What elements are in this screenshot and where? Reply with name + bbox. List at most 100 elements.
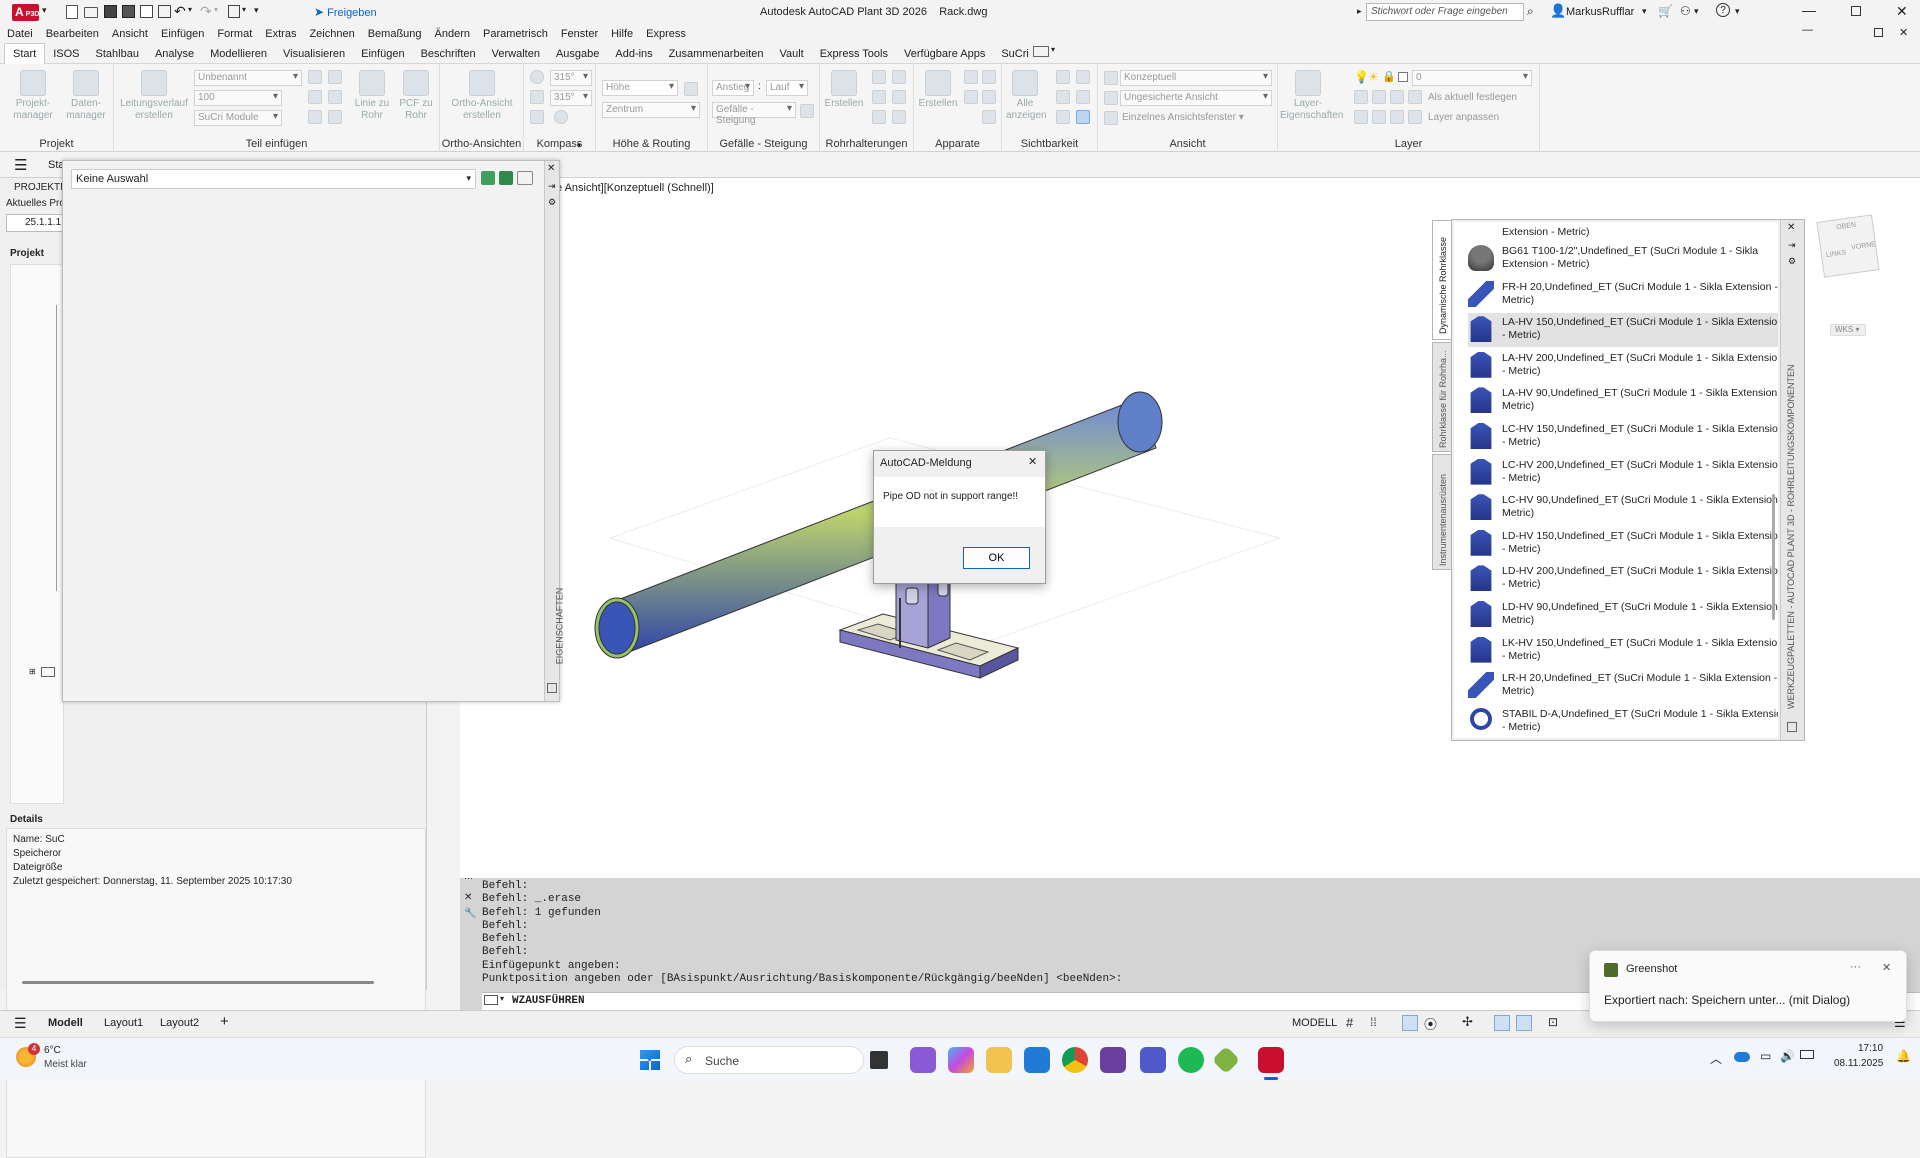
support-tool-icon-5[interactable]: [872, 110, 886, 124]
insert-tool-icon-5[interactable]: [328, 90, 342, 104]
undo-icon[interactable]: ↶: [174, 3, 186, 20]
insert-tool-icon-1[interactable]: [308, 70, 322, 84]
palette-tab-supports[interactable]: Rohrklasse für Rohrha...: [1432, 342, 1452, 452]
model-space-button[interactable]: MODELL: [1292, 1017, 1337, 1029]
compass-icon-3[interactable]: [530, 110, 544, 124]
layer-lock-icon[interactable]: 🔒: [1382, 70, 1396, 83]
menu-datei[interactable]: Datei: [0, 25, 39, 40]
visual-style-combo[interactable]: Konzeptuell: [1120, 70, 1272, 86]
palette-scrollbar[interactable]: [1772, 494, 1775, 620]
menu-format[interactable]: Format: [210, 25, 258, 40]
layer-tool-icon-1[interactable]: [1354, 90, 1368, 104]
palette-item[interactable]: LK-HV 150,Undefined_ET (SuCri Module 1 -…: [1468, 634, 1778, 668]
insert-tool-icon-2[interactable]: [308, 90, 322, 104]
plot-icon[interactable]: [140, 5, 153, 18]
anstieg-input[interactable]: Anstieg: [712, 80, 754, 96]
routing-combo[interactable]: Zentrum: [602, 102, 700, 118]
properties-close-icon[interactable]: ✕: [547, 163, 555, 174]
minimize-icon[interactable]: —: [1802, 2, 1816, 18]
help-icon[interactable]: ?: [1716, 3, 1730, 17]
taskbar-search[interactable]: ⌕ Suche: [674, 1046, 864, 1074]
help-search-box[interactable]: Stichwort oder Frage eingeben: [1366, 3, 1524, 21]
select-objects-icon[interactable]: [499, 171, 513, 185]
copilot-icon[interactable]: [948, 1047, 974, 1073]
restore-icon[interactable]: [1851, 6, 1861, 16]
palette-item[interactable]: LD-HV 200,Undefined_ET (SuCri Module 1 -…: [1468, 562, 1778, 596]
lauf-input[interactable]: Lauf: [766, 80, 808, 96]
quick-select-icon[interactable]: [481, 171, 495, 185]
cmd-grip-icon[interactable]: ⋯: [464, 874, 473, 884]
help-dropdown-icon[interactable]: ▾: [1735, 6, 1740, 17]
details-scrollbar[interactable]: [22, 981, 374, 984]
support-tool-icon-6[interactable]: [892, 110, 906, 124]
palette-item[interactable]: STABIL D-A,Undefined_ET (SuCri Module 1 …: [1468, 705, 1778, 738]
toast-more-icon[interactable]: ···: [1850, 961, 1861, 973]
layout-menu-icon[interactable]: ☰: [14, 1015, 27, 1032]
menu-hilfe[interactable]: Hilfe: [604, 25, 639, 40]
menu-parametrisch[interactable]: Parametrisch: [476, 25, 554, 40]
tab-vault[interactable]: Vault: [771, 44, 811, 65]
menu-einfuegen[interactable]: Einfügen: [154, 25, 210, 40]
exchange-dropdown-icon[interactable]: ▾: [1694, 6, 1699, 17]
customize-qat-icon[interactable]: ▾: [254, 5, 259, 16]
toast-close-icon[interactable]: ✕: [1882, 961, 1891, 974]
menu-aendern[interactable]: Ändern: [428, 25, 476, 40]
doc-close-icon[interactable]: ✕: [1899, 26, 1908, 39]
transparency-icon[interactable]: [1516, 1015, 1532, 1031]
share-button[interactable]: ➤ Freigeben: [314, 5, 377, 19]
tab-modell[interactable]: Modell: [48, 1017, 83, 1029]
palette-item[interactable]: BG61 T100-1/2",Undefined_ET (SuCri Modul…: [1468, 242, 1778, 276]
palette-item[interactable]: FR-H 20,Undefined_ET (SuCri Module 1 - S…: [1468, 278, 1778, 312]
palette-item[interactable]: LR-H 20,Undefined_ET (SuCri Module 1 - S…: [1468, 669, 1778, 703]
insert-tool-icon-3[interactable]: [308, 110, 322, 124]
viewcube[interactable]: OBEN LINKS VORNE: [1812, 214, 1884, 282]
alle-anzeigen-button[interactable]: Alle anzeigen: [1006, 70, 1047, 122]
tab-analyse[interactable]: Analyse: [147, 44, 202, 65]
insert-tool-icon-4[interactable]: [328, 70, 342, 84]
app-logo[interactable]: A P3D: [12, 4, 39, 21]
named-view-combo[interactable]: Ungesicherte Ansicht: [1120, 90, 1272, 106]
selection-dropdown-icon[interactable]: ▾: [466, 173, 471, 184]
pipe-size-combo[interactable]: 100: [194, 90, 282, 106]
tab-stahlbau[interactable]: Stahlbau: [88, 44, 147, 65]
daten-manager-button[interactable]: Daten-manager: [62, 70, 110, 122]
user-dropdown-icon[interactable]: ▾: [1642, 6, 1647, 17]
command-prompt-dropdown-icon[interactable]: ▾: [500, 994, 504, 1004]
menu-extras[interactable]: Extras: [258, 25, 302, 40]
autocad-taskbar-icon[interactable]: [1258, 1047, 1284, 1073]
palette-settings-icon[interactable]: ⚙: [1788, 256, 1796, 267]
doc-restore-icon[interactable]: [1874, 28, 1883, 37]
project-tree[interactable]: ⊞: [10, 264, 64, 804]
workspace-icon[interactable]: [228, 5, 240, 18]
tray-chevron-icon[interactable]: ︿: [1710, 1050, 1722, 1067]
dialog-close-icon[interactable]: ✕: [1028, 455, 1037, 468]
current-project-combo[interactable]: 25.1.1.1: [6, 214, 66, 232]
insert-tool-icon-6[interactable]: [328, 110, 342, 124]
tab-add-ins[interactable]: Add-ins: [607, 44, 660, 65]
projekt-manager-button[interactable]: Projekt-manager: [8, 70, 58, 122]
clock-date[interactable]: 08.11.2025: [1834, 1058, 1883, 1069]
tab-start[interactable]: Start: [4, 43, 46, 64]
palette-tab-dynamic[interactable]: Dynamische Rohrklasse: [1432, 220, 1452, 340]
properties-autohide-icon[interactable]: ⇥: [548, 181, 556, 192]
app-icon[interactable]: [1100, 1047, 1126, 1073]
module-combo[interactable]: SuCri Module: [194, 110, 282, 126]
pickadd-icon[interactable]: [517, 171, 533, 185]
tab-modellieren[interactable]: Modellieren: [202, 44, 275, 65]
compass-icon-2[interactable]: [530, 90, 544, 104]
menu-bemassung[interactable]: Bemaßung: [361, 25, 428, 40]
kompass-expand-icon[interactable]: ▾: [577, 141, 581, 150]
ortho-ansicht-button[interactable]: Ortho-Ansicht erstellen: [444, 70, 520, 122]
visibility-tool-icon-1[interactable]: [1056, 70, 1070, 84]
tab-verwalten[interactable]: Verwalten: [484, 44, 548, 65]
selection-cycling-icon[interactable]: ⊡: [1548, 1015, 1558, 1029]
outlook-icon[interactable]: [1024, 1047, 1050, 1073]
visibility-tool-icon-3[interactable]: [1056, 90, 1070, 104]
viewcube-top-label[interactable]: OBEN: [1836, 222, 1857, 232]
slope-icon[interactable]: [800, 104, 814, 118]
weather-widget[interactable]: 4 6°C Meist klar: [12, 1043, 132, 1075]
equipment-tool-icon-3[interactable]: [964, 90, 978, 104]
command-input-value[interactable]: WZAUSFÜHREN: [512, 995, 585, 1007]
layer-tool-icon-6[interactable]: [1372, 110, 1386, 124]
pipe-spec-combo[interactable]: Unbenannt: [194, 70, 302, 86]
